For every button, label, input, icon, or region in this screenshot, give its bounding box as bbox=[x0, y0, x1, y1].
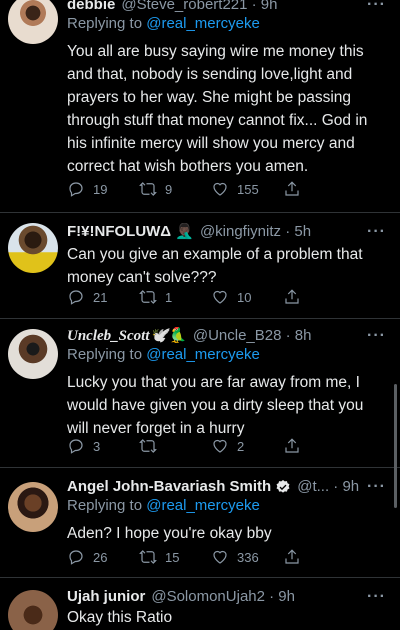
tweet-card[interactable]: Ujah junior @SolomonUjah2 · 9h Okay this… bbox=[0, 578, 400, 630]
more-options-icon[interactable]: ··· bbox=[367, 327, 386, 345]
handle-time: @SolomonUjah2 · 9h bbox=[151, 588, 295, 605]
verified-badge-icon bbox=[276, 480, 290, 493]
handle-time: @Uncle_B28 · 8h bbox=[192, 327, 312, 344]
tweet-header: Angel John-Bavariash Smith @t... · 9h bbox=[67, 478, 386, 496]
like-count: 2 bbox=[237, 438, 245, 454]
tweet-header: Uncleb_Scott🕊️🦜 @Uncle_B28 · 8h bbox=[67, 327, 386, 345]
share-button[interactable] bbox=[283, 288, 355, 306]
mention-link[interactable]: @real_mercyeke bbox=[146, 497, 260, 514]
reply-count: 3 bbox=[93, 438, 101, 454]
heart-icon bbox=[213, 290, 227, 304]
scrollbar[interactable] bbox=[394, 384, 397, 508]
retweet-count: 1 bbox=[165, 289, 173, 305]
reply-button[interactable]: 26 bbox=[67, 548, 139, 566]
replying-to: Replying to @real_mercyeke bbox=[67, 496, 386, 516]
tweet-text: You all are busy saying wire me money th… bbox=[67, 43, 368, 175]
display-name[interactable]: debbie bbox=[67, 0, 115, 14]
share-icon bbox=[285, 181, 299, 196]
avatar[interactable] bbox=[8, 329, 58, 379]
reply-count: 21 bbox=[93, 289, 108, 305]
display-name[interactable]: Uncleb_Scott🕊️🦜 bbox=[67, 327, 187, 345]
like-count: 10 bbox=[237, 289, 252, 305]
reply-button[interactable]: 21 bbox=[67, 288, 139, 306]
handle-time: @kingfiynitz · 5h bbox=[199, 223, 312, 240]
tweet-text: Okay this Ratio bbox=[67, 609, 173, 626]
avatar[interactable] bbox=[8, 0, 58, 44]
retweet-icon bbox=[139, 439, 157, 453]
more-options-icon[interactable]: ··· bbox=[367, 588, 386, 606]
tweet-header: F!¥!NFOLUWΔ 🤦🏿‍♂️ @kingfiynitz · 5h bbox=[67, 223, 386, 241]
display-name[interactable]: Angel John-Bavariash Smith bbox=[67, 478, 271, 496]
reply-icon bbox=[69, 550, 83, 565]
replying-prefix: Replying to bbox=[67, 497, 147, 514]
share-icon bbox=[285, 549, 299, 564]
replying-to: Replying to @real_mercyeke bbox=[67, 345, 386, 365]
like-button[interactable]: 336 bbox=[211, 548, 283, 566]
avatar[interactable] bbox=[8, 482, 58, 532]
retweet-icon bbox=[139, 182, 157, 196]
like-button[interactable]: 155 bbox=[211, 180, 283, 198]
reply-icon bbox=[69, 290, 83, 305]
tweet-card[interactable]: F!¥!NFOLUWΔ 🤦🏿‍♂️ @kingfiynitz · 5h Can … bbox=[0, 213, 400, 318]
avatar[interactable] bbox=[8, 590, 58, 630]
reply-icon bbox=[69, 439, 83, 454]
heart-icon bbox=[213, 182, 227, 196]
retweet-button[interactable]: 9 bbox=[139, 180, 211, 198]
share-icon bbox=[285, 289, 299, 304]
display-name[interactable]: Ujah junior bbox=[67, 588, 145, 606]
reply-button[interactable]: 3 bbox=[67, 437, 139, 455]
reply-icon bbox=[69, 182, 83, 197]
reply-button[interactable]: 19 bbox=[67, 180, 139, 198]
handle-time: @Steve_robert221 · 9h bbox=[121, 0, 278, 13]
replying-to: Replying to @real_mercyeke bbox=[67, 14, 386, 34]
retweet-icon bbox=[139, 550, 157, 564]
heart-icon bbox=[213, 550, 227, 564]
more-options-icon[interactable]: ··· bbox=[367, 223, 386, 241]
tweet-text: Can you give an example of a problem tha… bbox=[67, 246, 363, 286]
like-button[interactable]: 2 bbox=[211, 437, 283, 455]
more-options-icon[interactable]: ··· bbox=[367, 478, 386, 496]
retweet-icon bbox=[139, 290, 157, 304]
share-icon bbox=[285, 438, 299, 453]
mention-link[interactable]: @real_mercyeke bbox=[146, 346, 260, 363]
display-name[interactable]: F!¥!NFOLUWΔ 🤦🏿‍♂️ bbox=[67, 223, 194, 241]
like-button[interactable]: 10 bbox=[211, 288, 283, 306]
avatar[interactable] bbox=[8, 223, 58, 273]
heart-icon bbox=[213, 439, 227, 453]
more-options-icon[interactable]: ··· bbox=[367, 0, 386, 14]
tweet-header: Ujah junior @SolomonUjah2 · 9h bbox=[67, 588, 386, 606]
tweet-text: Lucky you that you are far away from me,… bbox=[67, 374, 364, 437]
tweet-card[interactable]: Uncleb_Scott🕊️🦜 @Uncle_B28 · 8h Replying… bbox=[0, 319, 400, 467]
replying-prefix: Replying to bbox=[67, 346, 147, 363]
like-count: 336 bbox=[237, 549, 259, 565]
share-button[interactable] bbox=[283, 548, 355, 566]
retweet-count: 15 bbox=[165, 549, 180, 565]
handle-time: @t... · 9h bbox=[297, 478, 360, 495]
tweet-header: debbie @Steve_robert221 · 9h bbox=[67, 0, 386, 14]
like-count: 155 bbox=[237, 181, 259, 197]
replying-prefix: Replying to bbox=[67, 15, 147, 32]
retweet-button[interactable]: 15 bbox=[139, 548, 211, 566]
tweet-card[interactable]: Angel John-Bavariash Smith @t... · 9h Re… bbox=[0, 468, 400, 576]
retweet-count: 9 bbox=[165, 181, 173, 197]
retweet-button[interactable]: 1 bbox=[139, 288, 211, 306]
tweet-card[interactable]: debbie @Steve_robert221 · 9h Replying to… bbox=[0, 0, 400, 206]
share-button[interactable] bbox=[283, 437, 355, 455]
tweet-text: Aden? I hope you're okay bby bbox=[67, 525, 272, 542]
reply-count: 26 bbox=[93, 549, 108, 565]
reply-count: 19 bbox=[93, 181, 108, 197]
share-button[interactable] bbox=[283, 180, 355, 198]
mention-link[interactable]: @real_mercyeke bbox=[146, 15, 260, 32]
retweet-button[interactable] bbox=[139, 437, 211, 455]
